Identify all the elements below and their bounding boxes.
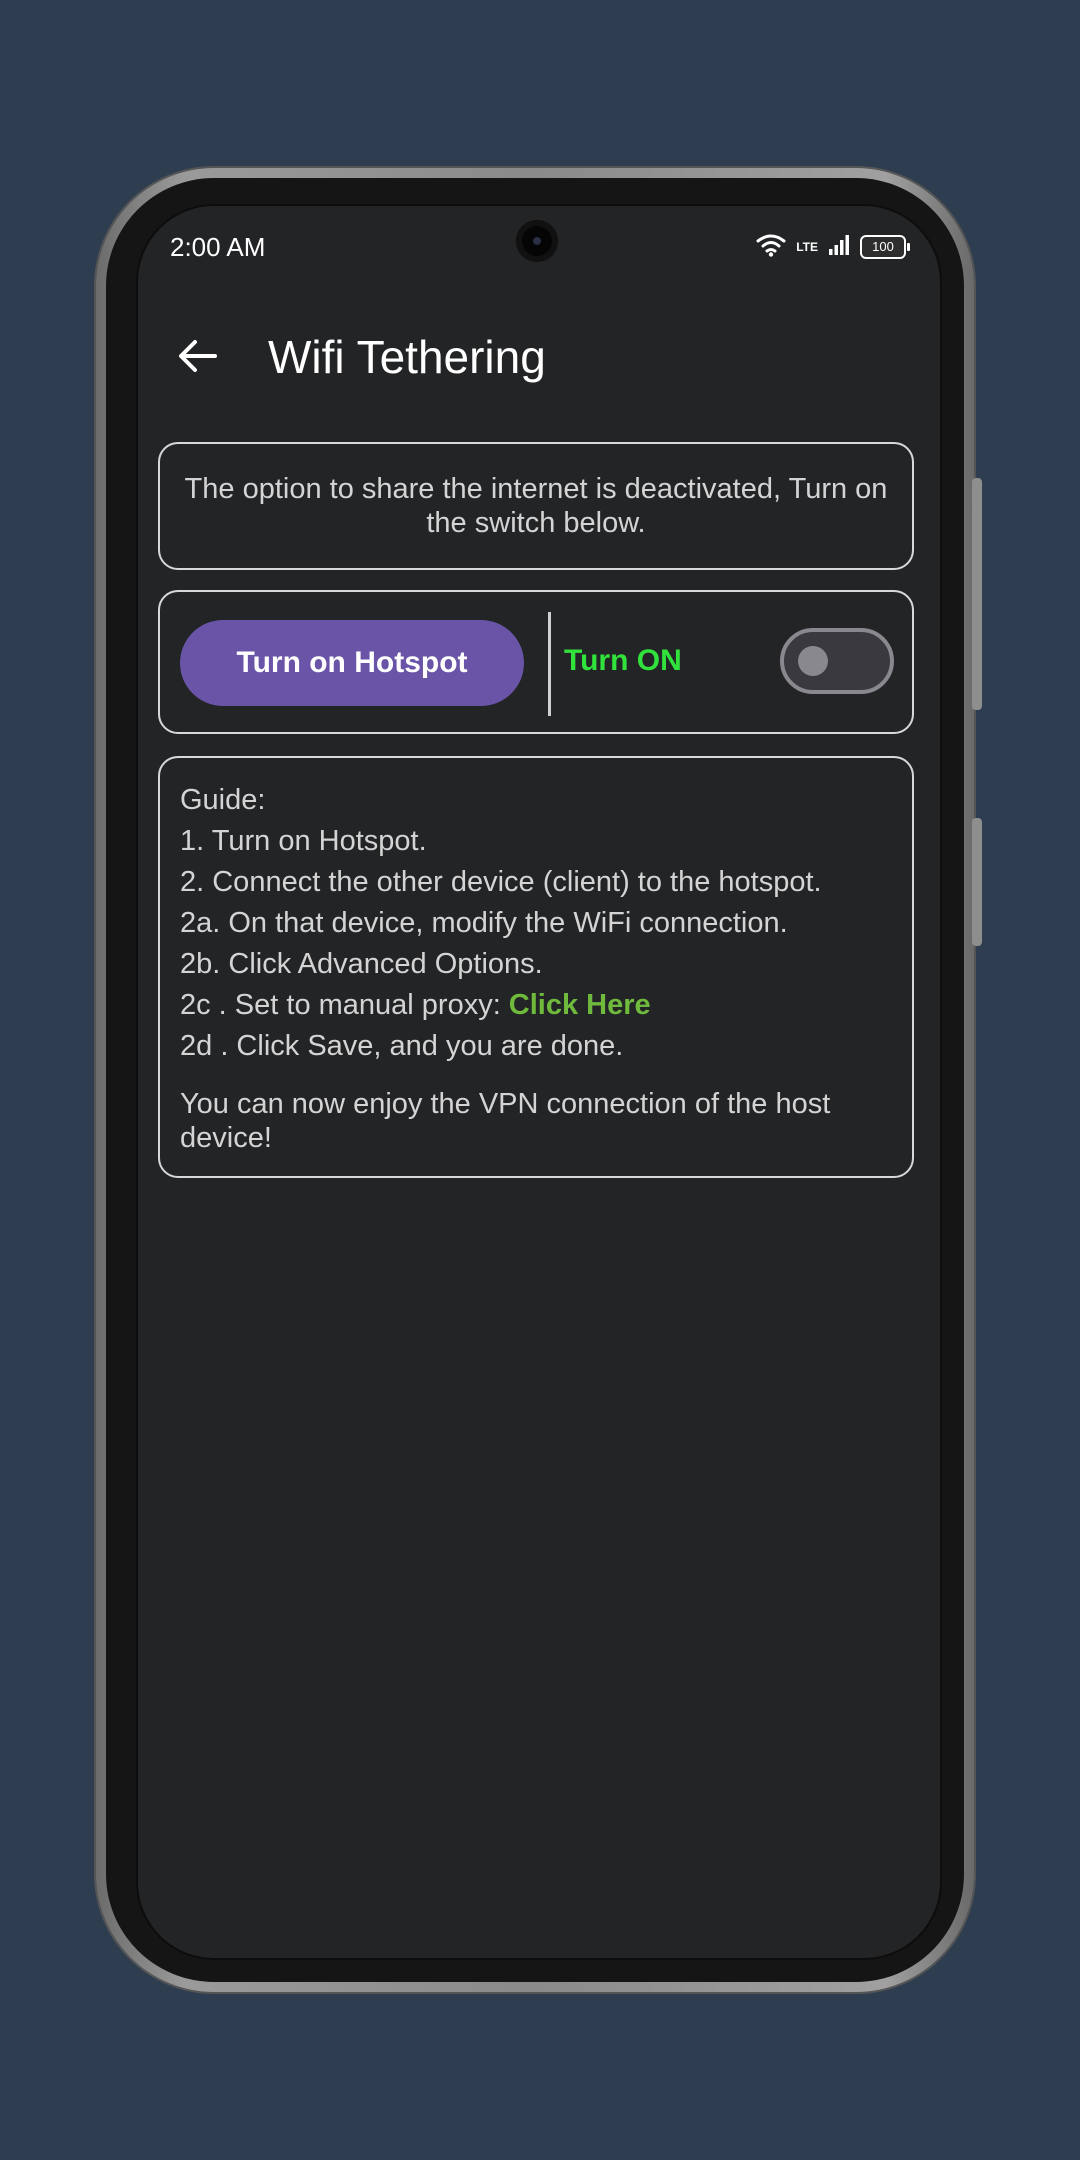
app-bar: Wifi Tethering [138,306,940,406]
guide-card: Guide: 1. Turn on Hotspot. 2. Connect th… [158,756,914,1178]
guide-step-text: 2c . Set to manual proxy: [180,989,501,1021]
status-time: 2:00 AM [170,232,266,262]
hotspot-toggle[interactable] [780,628,894,694]
guide-text: Guide: 1. Turn on Hotspot. 2. Connect th… [180,780,892,1155]
notice-text: The option to share the internet is deac… [184,473,888,539]
divider [548,612,551,716]
status-bar: 2:00 AM LTE 100 [138,206,940,286]
page-title: Wifi Tethering [268,331,546,383]
battery-icon: 100 [860,235,910,259]
phone-screen: 2:00 AM LTE 100 Wifi Tethering The optio… [136,204,942,1960]
guide-footer: You can now enjoy the VPN connection of … [180,1088,831,1154]
front-camera [516,220,558,262]
guide-title: Guide: [180,784,266,816]
turn-on-hotspot-button[interactable]: Turn on Hotspot [180,620,524,706]
power-button [972,478,982,710]
volume-button [972,818,982,946]
guide-step: 2b. Click Advanced Options. [180,948,543,980]
guide-step: 2d . Click Save, and you are done. [180,1030,624,1062]
wifi-icon [756,233,786,262]
guide-step-proxy: 2c . Set to manual proxy: Click Here [180,985,892,1026]
guide-step: 1. Turn on Hotspot. [180,825,427,857]
notice-card: The option to share the internet is deac… [158,442,914,570]
toggle-knob [798,646,828,676]
hotspot-card: Turn on Hotspot Turn ON [158,590,914,734]
status-icons: LTE 100 [756,232,910,262]
turn-on-label: Turn ON [564,644,682,677]
signal-icon [828,234,850,261]
click-here-link[interactable]: Click Here [509,989,651,1021]
guide-step: 2. Connect the other device (client) to … [180,866,822,898]
network-type: LTE [796,240,818,254]
back-button[interactable] [168,326,228,386]
guide-step: 2a. On that device, modify the WiFi conn… [180,907,788,939]
arrow-left-icon [179,340,217,372]
